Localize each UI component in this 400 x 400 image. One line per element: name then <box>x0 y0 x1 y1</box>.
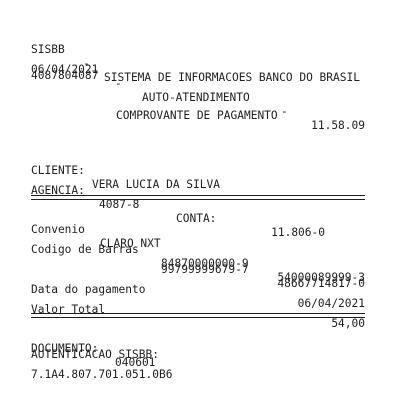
agency-account-line: AGENCIA: 4087-8 CONTA: 11.806-0 <box>31 170 369 239</box>
service-mode: AUTO-ATENDIMENTO <box>142 91 250 104</box>
payment-receipt: SISBB - SISTEMA DE INFORMACOES BANCO DO … <box>31 0 369 400</box>
total-line: Valor Total 54,00 <box>31 289 369 330</box>
separator-double-line <box>31 195 365 200</box>
receipt-title: COMPROVANTE DE PAGAMENTO <box>116 109 278 122</box>
document-line: DOCUMENTO: 040601 <box>31 328 369 369</box>
barcode-line-1: Codigo de Barras 84870000000-9 540000899… <box>31 229 369 284</box>
convenio-line: Convenio CLARO NXT <box>31 209 369 250</box>
separator-double-line <box>31 313 365 318</box>
barcode-line-2: 99799999679-7 48667714817-0 <box>31 249 369 290</box>
payment-date-line: Data do pagamento 06/04/2021 <box>31 269 369 310</box>
terminal-number: 4087804087 <box>31 69 99 82</box>
authentication-code: 7.1A4.807.701.051.0B6 <box>31 368 173 381</box>
client-line: CLIENTE: VERA LUCIA DA SILVA <box>31 150 369 191</box>
header-datetime-line: 06/04/2021 - AUTO-ATENDIMENTO - 11.58.09 <box>31 49 369 132</box>
authentication-label: AUTENTICACAO SISBB: <box>31 348 159 361</box>
header-system-line: SISBB - SISTEMA DE INFORMACOES BANCO DO … <box>31 29 369 84</box>
